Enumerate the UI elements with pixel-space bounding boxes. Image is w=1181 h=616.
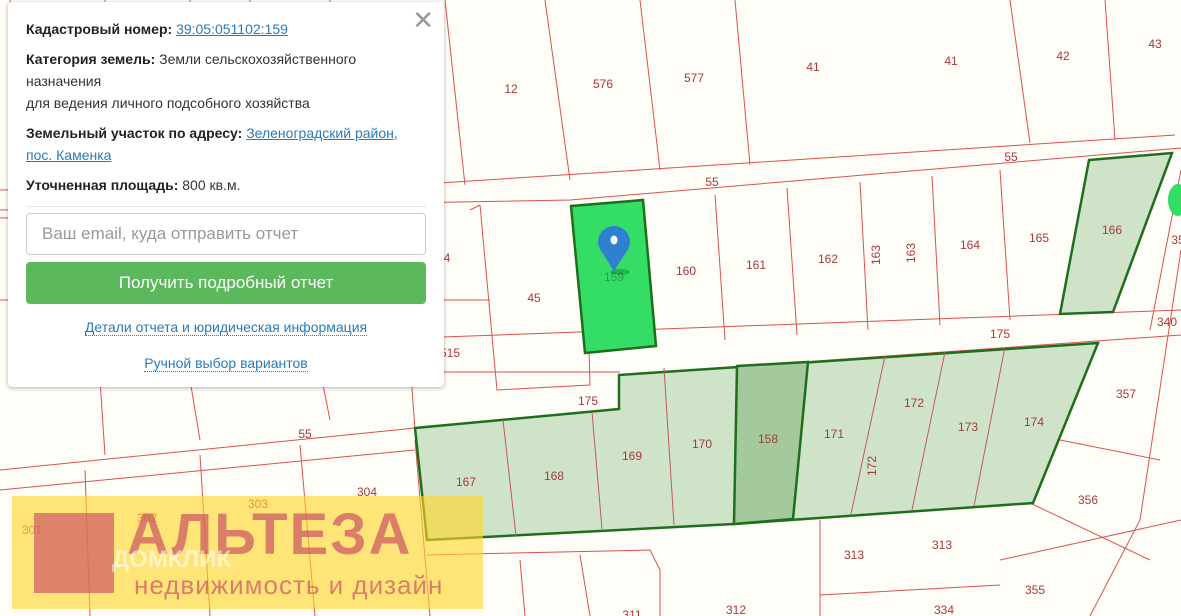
parcel-label: 312 (726, 603, 746, 616)
parcel-label: 175 (578, 394, 598, 408)
parcel-label: 175 (990, 327, 1010, 341)
area-value: 800 кв.м. (182, 177, 241, 193)
divider (26, 206, 426, 207)
parcel-label: 163 (869, 245, 883, 265)
parcel-label: 168 (544, 469, 564, 483)
parcel-label: 311 (622, 608, 641, 616)
area-label: Уточненная площадь: (26, 177, 179, 193)
cadastral-row: Кадастровый номер: 39:05:051102:159 (26, 18, 426, 40)
manual-selection-link[interactable]: Ручной выбор вариантов (144, 355, 308, 372)
parcel-label: 158 (758, 432, 778, 446)
parcel-label: 43 (1148, 37, 1162, 51)
category-label: Категория земель: (26, 51, 156, 67)
report-details-link[interactable]: Детали отчета и юридическая информация (84, 319, 368, 336)
parcel-label: 577 (684, 71, 704, 85)
parcel-label: 357 (1116, 387, 1136, 401)
parcel-label: 174 (1024, 415, 1044, 429)
parcel-label: 41 (806, 60, 820, 74)
watermark-subtitle: недвижимость и дизайн (134, 570, 444, 600)
parcel-label: 173 (958, 420, 978, 434)
parcel-label: 356 (1078, 493, 1098, 507)
watermark: АЛЬТЕЗА ДОМКЛИК недвижимость и дизайн (12, 496, 483, 609)
parcel-label: 162 (818, 252, 838, 266)
parcel-label: 334 (934, 603, 954, 616)
parcel-label: 313 (844, 548, 864, 562)
cadastral-label: Кадастровый номер: (26, 21, 173, 37)
parcel-label: 172 (904, 396, 924, 410)
email-input[interactable] (26, 213, 426, 255)
parcel-label: 355 (1025, 583, 1045, 597)
parcel-label: 45 (527, 291, 541, 305)
parcel-label: 164 (960, 238, 980, 252)
parcel-label: 163 (904, 243, 918, 263)
category-use: для ведения личного подсобного хозяйства (26, 95, 310, 111)
cadastral-number-link[interactable]: 39:05:051102:159 (176, 21, 288, 37)
parcel-label: 166 (1102, 223, 1122, 237)
parcel-label: 42 (1056, 49, 1070, 63)
parcel-label: 55 (705, 175, 719, 189)
parcel-label: 41 (944, 54, 958, 68)
watermark-logo-icon (34, 513, 114, 593)
parcel-label: 313 (932, 538, 952, 552)
parcel-label: 35 (1171, 233, 1181, 247)
parcel-label: 172 (865, 456, 879, 476)
parcel-label: 55 (1004, 150, 1018, 164)
address-label: Земельный участок по адресу: (26, 125, 243, 141)
area-row: Уточненная площадь: 800 кв.м. (26, 174, 426, 196)
parcel-label: 576 (593, 77, 613, 91)
parcel-label: 171 (824, 427, 844, 441)
category-row: Категория земель: Земли сельскохозяйстве… (26, 48, 426, 114)
parcel-info-popup: ✕ Кадастровый номер: 39:05:051102:159 Ка… (8, 2, 444, 387)
parcel-label: 161 (746, 258, 766, 272)
green-spot (1168, 184, 1181, 216)
parcel-label: 169 (622, 449, 642, 463)
parcel-label: 340 (1157, 315, 1177, 329)
parcel-label: 160 (676, 264, 696, 278)
parcel-label: 55 (298, 427, 312, 441)
parcel-label: 167 (456, 475, 476, 489)
parcel-label: 4 (444, 251, 451, 265)
parcel-label: 165 (1029, 231, 1049, 245)
address-row: Земельный участок по адресу: Зеленоградс… (26, 122, 426, 166)
close-icon[interactable]: ✕ (412, 6, 434, 34)
parcel-label: 12 (504, 82, 518, 96)
parcel-label: 170 (692, 437, 712, 451)
get-report-button[interactable]: Получить подробный отчет (26, 262, 426, 304)
